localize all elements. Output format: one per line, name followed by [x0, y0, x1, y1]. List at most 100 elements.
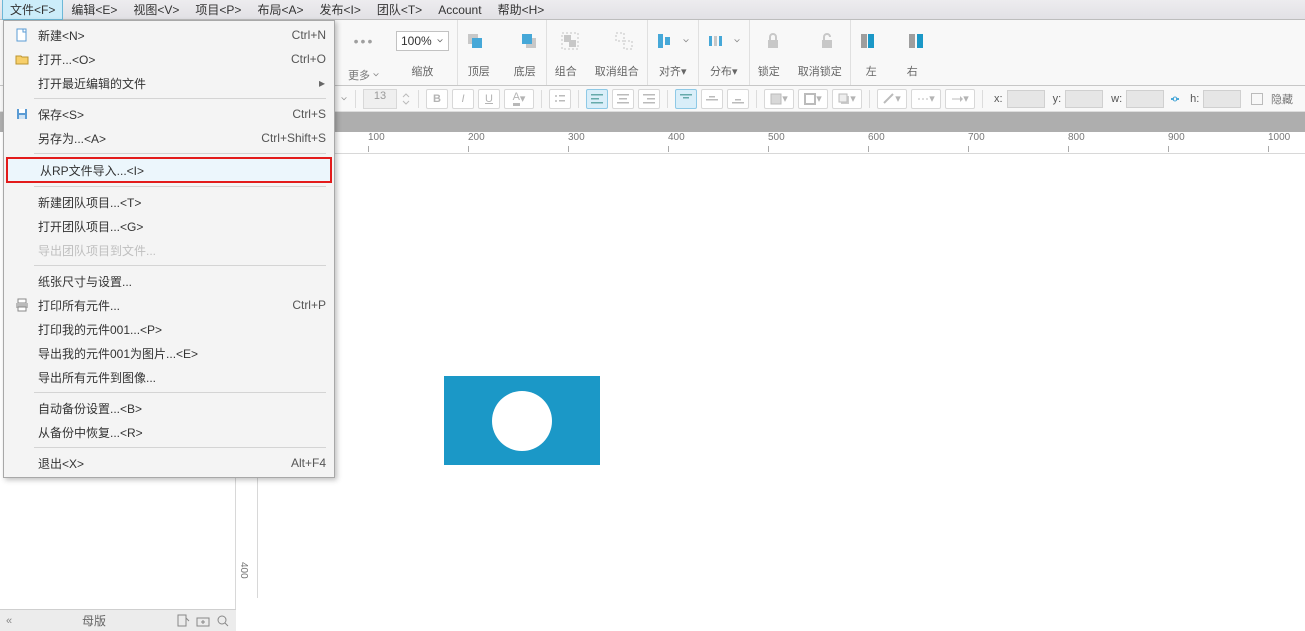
menu-shortcut: Ctrl+S — [292, 107, 326, 121]
align-right-icon[interactable] — [907, 32, 925, 50]
menu-separator — [34, 186, 326, 187]
menubar-item[interactable]: Account — [430, 1, 489, 19]
file-menu-item: 导出团队项目到文件... — [6, 238, 332, 262]
align-right-text-button[interactable] — [638, 89, 660, 109]
menu-item-label: 新建<N> — [38, 27, 292, 44]
align-left-text-button[interactable] — [586, 89, 608, 109]
underline-button[interactable]: U — [478, 89, 500, 109]
ruler-tick: 700 — [968, 132, 985, 143]
menubar-item[interactable]: 编辑<E> — [63, 0, 125, 20]
file-menu-item[interactable]: 纸张尺寸与设置... — [6, 269, 332, 293]
valign-bot-button[interactable] — [727, 89, 749, 109]
menubar-item[interactable]: 团队<T> — [369, 0, 430, 20]
fill-color-button[interactable]: ▾ — [764, 89, 794, 109]
file-menu-item[interactable]: 导出我的元件001为图片...<E> — [6, 341, 332, 365]
circle-shape[interactable] — [492, 391, 552, 451]
border-color-button[interactable]: ▾ — [798, 89, 828, 109]
shadow-button[interactable]: ▾ — [832, 89, 862, 109]
group-icon[interactable] — [561, 32, 579, 50]
file-menu-item[interactable]: 另存为...<A>Ctrl+Shift+S — [6, 126, 332, 150]
w-input[interactable] — [1126, 90, 1164, 108]
file-menu-item[interactable]: 从备份中恢复...<R> — [6, 420, 332, 444]
bring-front-icon[interactable] — [466, 32, 484, 50]
toolbar-group-group: 组合取消组合 — [547, 20, 648, 85]
ruler-tick: 600 — [868, 132, 885, 143]
y-input[interactable] — [1065, 90, 1103, 108]
valign-top-button[interactable] — [675, 89, 697, 109]
menubar-item[interactable]: 帮助<H> — [490, 0, 553, 20]
file-menu-item[interactable]: 打开团队项目...<G> — [6, 214, 332, 238]
file-menu-item[interactable]: 从RP文件导入...<I> — [6, 157, 332, 183]
menu-item-label: 导出所有元件到图像... — [38, 369, 326, 386]
file-menu-item[interactable]: 打开...<O>Ctrl+O — [6, 47, 332, 71]
file-menu-item[interactable]: 打印我的元件001...<P> — [6, 317, 332, 341]
align-center-text-button[interactable] — [612, 89, 634, 109]
ruler-tick: 800 — [1068, 132, 1085, 143]
font-color-button[interactable]: A▾ — [504, 89, 534, 109]
rectangle-shape[interactable] — [444, 376, 600, 465]
align-left-icon[interactable] — [859, 32, 877, 50]
align-icon[interactable] — [656, 32, 674, 50]
send-back-icon[interactable] — [520, 32, 538, 50]
bold-button[interactable]: B — [426, 89, 448, 109]
file-menu-item[interactable]: 新建<N>Ctrl+N — [6, 23, 332, 47]
file-menu-item[interactable]: 保存<S>Ctrl+S — [6, 102, 332, 126]
ruler-tick: 300 — [568, 132, 585, 143]
menu-item-label: 导出我的元件001为图片...<E> — [38, 345, 326, 362]
collapse-icon[interactable]: « — [6, 615, 12, 627]
menubar: 文件<F>编辑<E>视图<V>项目<P>布局<A>发布<I>团队<T>Accou… — [0, 0, 1305, 20]
toolbar-more-button[interactable]: 更多 — [348, 67, 380, 83]
unlock-icon[interactable] — [818, 32, 836, 50]
menubar-item[interactable]: 视图<V> — [125, 0, 187, 20]
ruler-tick: 1000 — [1268, 132, 1290, 143]
menu-shortcut: Ctrl+O — [291, 52, 326, 66]
ratio-lock-icon[interactable] — [1168, 92, 1182, 106]
hidden-checkbox[interactable] — [1251, 93, 1263, 105]
h-input[interactable] — [1203, 90, 1241, 108]
menu-item-label: 从RP文件导入...<I> — [40, 162, 324, 179]
file-menu-item[interactable]: 打印所有元件...Ctrl+P — [6, 293, 332, 317]
toolbar-layer-group: 顶层底层 — [458, 20, 547, 85]
menu-item-label: 导出团队项目到文件... — [38, 242, 326, 259]
file-menu-item[interactable]: 新建团队项目...<T> — [6, 190, 332, 214]
italic-button[interactable]: I — [452, 89, 474, 109]
ruler-tick: 100 — [368, 132, 385, 143]
spinner-icon[interactable] — [401, 91, 411, 107]
ungroup-icon[interactable] — [615, 32, 633, 50]
file-menu-item[interactable]: 退出<X>Alt+F4 — [6, 451, 332, 475]
zoom-dropdown[interactable]: 100% — [396, 31, 449, 51]
file-menu-item[interactable]: 打开最近编辑的文件▸ — [6, 71, 332, 95]
file-menu-item[interactable]: 自动备份设置...<B> — [6, 396, 332, 420]
chevron-down-icon[interactable] — [340, 95, 348, 103]
ruler-tick: 400 — [668, 132, 685, 143]
new-icon — [12, 28, 32, 42]
align-label: 对齐▾ — [659, 63, 687, 83]
line-width-button[interactable]: ▾ — [877, 89, 907, 109]
menubar-item[interactable]: 文件<F> — [2, 0, 63, 20]
valign-mid-button[interactable] — [701, 89, 723, 109]
search-icon[interactable] — [216, 614, 230, 628]
canvas[interactable] — [258, 154, 1305, 631]
file-menu-dropdown: 新建<N>Ctrl+N打开...<O>Ctrl+O打开最近编辑的文件▸保存<S>… — [3, 20, 335, 478]
menu-separator — [34, 392, 326, 393]
panel-title[interactable]: 母版 — [18, 612, 170, 629]
distribute-icon[interactable] — [707, 32, 725, 50]
lock-icon[interactable] — [764, 32, 782, 50]
menu-separator — [34, 153, 326, 154]
bullets-button[interactable] — [549, 89, 571, 109]
menubar-item[interactable]: 布局<A> — [249, 0, 311, 20]
y-label: y: — [1053, 93, 1062, 105]
arrow-style-button[interactable]: ▾ — [945, 89, 975, 109]
x-input[interactable] — [1007, 90, 1045, 108]
menubar-item[interactable]: 项目<P> — [187, 0, 249, 20]
ruler-tick: 500 — [768, 132, 785, 143]
hidden-label: 隐藏 — [1271, 91, 1293, 107]
line-style-button[interactable]: ▾ — [911, 89, 941, 109]
menu-shortcut: Ctrl+N — [292, 28, 326, 42]
add-folder-icon[interactable] — [196, 614, 210, 628]
ellipsis-icon: ••• — [354, 33, 375, 49]
font-size-input[interactable]: 13 — [363, 89, 397, 109]
file-menu-item[interactable]: 导出所有元件到图像... — [6, 365, 332, 389]
menubar-item[interactable]: 发布<I> — [311, 0, 368, 20]
add-page-icon[interactable] — [176, 614, 190, 628]
